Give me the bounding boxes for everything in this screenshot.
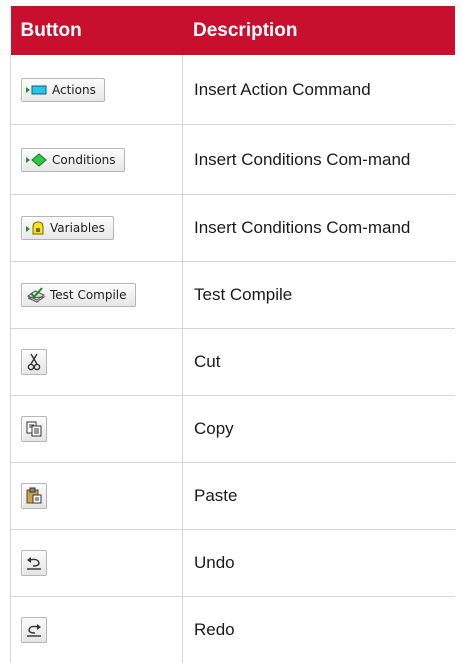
table-row: Copy (11, 396, 455, 463)
actions-button[interactable]: Actions (21, 78, 105, 102)
button-cell: Variables (11, 195, 183, 262)
column-header-button: Button (11, 6, 183, 55)
table-row: Actions Insert Action Command (11, 55, 455, 125)
copy-icon (26, 421, 42, 437)
table-row: Cut (11, 329, 455, 396)
button-cell (11, 463, 183, 530)
description-cell: Test Compile (183, 262, 455, 329)
description-cell: Copy (183, 396, 455, 463)
column-header-description: Description (183, 6, 455, 55)
button-cell: Test Compile (11, 262, 183, 329)
description-cell: Undo (183, 530, 455, 597)
table-row: Redo (11, 597, 455, 663)
scissors-icon (26, 353, 42, 371)
conditions-button-label: Conditions (52, 153, 116, 167)
button-cell: Actions (11, 55, 183, 125)
undo-icon (25, 555, 43, 571)
arrow-rectangle-icon (26, 84, 48, 96)
variables-button-label: Variables (50, 221, 105, 235)
redo-button[interactable] (21, 617, 47, 643)
description-cell: Insert Conditions Com-mand (183, 125, 455, 195)
variables-button[interactable]: Variables (21, 216, 114, 240)
button-cell: Conditions (11, 125, 183, 195)
conditions-button[interactable]: Conditions (21, 148, 125, 172)
paste-button[interactable] (21, 483, 47, 509)
button-cell (11, 396, 183, 463)
description-cell: Insert Conditions Com-mand (183, 195, 455, 262)
table-row: Paste (11, 463, 455, 530)
paste-icon (26, 487, 42, 504)
test-compile-button-label: Test Compile (50, 288, 127, 302)
button-cell (11, 530, 183, 597)
button-cell (11, 329, 183, 396)
arrow-bell-icon (26, 220, 46, 236)
copy-button[interactable] (21, 416, 47, 442)
cut-button[interactable] (21, 349, 47, 375)
test-compile-button[interactable]: Test Compile (21, 283, 136, 307)
description-cell: Redo (183, 597, 455, 663)
actions-button-label: Actions (52, 83, 96, 97)
table-row: Test Compile Test Compile (11, 262, 455, 329)
button-reference-table: Button Description Actions Insert Action… (10, 6, 455, 663)
undo-button[interactable] (21, 550, 47, 576)
button-cell (11, 597, 183, 663)
redo-icon (25, 622, 43, 638)
description-cell: Paste (183, 463, 455, 530)
test-compile-icon (26, 287, 46, 303)
table-row: Conditions Insert Conditions Com-mand (11, 125, 455, 195)
table-row: Variables Insert Conditions Com-mand (11, 195, 455, 262)
description-cell: Insert Action Command (183, 55, 455, 125)
arrow-diamond-icon (26, 153, 48, 167)
table-header-row: Button Description (11, 6, 455, 55)
description-cell: Cut (183, 329, 455, 396)
table-row: Undo (11, 530, 455, 597)
